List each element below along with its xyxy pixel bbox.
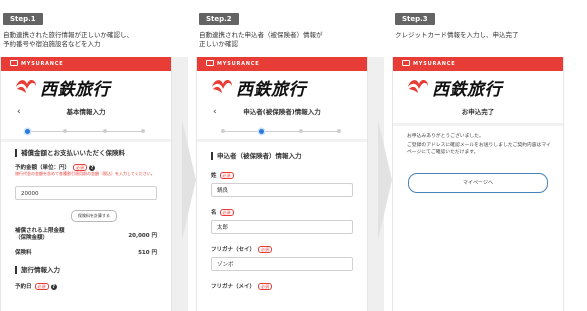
required-badge: 必須	[258, 283, 273, 290]
page-header: ‹ 基本情報入力	[1, 105, 171, 119]
mei-kana-label-text: フリガナ（メイ）	[211, 284, 256, 290]
step-badge: Step.1	[3, 13, 43, 25]
app-bar-label: MYSURANCE	[413, 61, 456, 67]
nishitetsu-logo-icon	[16, 80, 36, 93]
step-3-screen: MYSURANCE 西鉄旅行 お申込完了 お申込みありがとうございました。 ご登…	[392, 57, 564, 311]
progress-dot-2	[63, 129, 67, 133]
section-title-travel: 旅行情報入力	[15, 266, 60, 274]
mei-label-text: 名	[211, 210, 217, 216]
progress-dot-2	[259, 128, 264, 134]
mysurance-icon	[206, 60, 214, 66]
logo-text: 西鉄旅行	[432, 79, 502, 100]
mysurance-icon	[402, 60, 410, 66]
sei-kana-label: フリガナ（セイ） 必須	[211, 245, 273, 253]
mei-kana-label: フリガナ（メイ） 必須	[211, 282, 273, 290]
progress-dot-1	[25, 128, 30, 134]
section-title: 補償金額とお支払いいただく保険料	[15, 149, 125, 157]
section-title: 申込者（被保険者）情報入力	[211, 152, 302, 160]
reservation-date-text: 予約日	[15, 284, 32, 290]
progress-line	[221, 130, 341, 132]
thanks-message: お申込みありがとうございました。	[407, 134, 484, 139]
calculate-premium-button[interactable]: 保険料を計算する	[71, 210, 117, 222]
premium-value: 510 円	[138, 250, 157, 256]
divider	[1, 139, 171, 142]
page-title: 申込者(被保険者)情報入力	[243, 108, 321, 116]
amount-label: 予約金額（単位：円） 必須?	[15, 163, 96, 171]
required-badge: 必須	[73, 164, 88, 171]
premium-row: 保険料 510 円	[15, 248, 157, 256]
required-badge: 必須	[219, 209, 234, 216]
progress-dot-3	[299, 129, 303, 133]
chevron-left-icon[interactable]: ‹	[213, 105, 217, 119]
app-bar: MYSURANCE	[197, 57, 367, 71]
progress-dot-4	[337, 129, 341, 133]
divider	[393, 123, 563, 126]
step-description: 自動連携された旅行情報が正しいか確認し、 予約番号や宿泊施設名などを入力	[3, 31, 133, 48]
page-title: 基本情報入力	[66, 108, 106, 116]
nishitetsu-logo-icon	[212, 80, 232, 93]
app-bar-label: MYSURANCE	[21, 61, 64, 67]
step-badge: Step.3	[395, 13, 435, 25]
question-icon[interactable]: ?	[50, 283, 57, 290]
step-2-screen: MYSURANCE 西鉄旅行 ‹ 申込者(被保険者)情報入力 申込者（被保険者）…	[196, 57, 368, 311]
progress-dot-4	[141, 129, 145, 133]
flow-arrow-1	[182, 120, 196, 240]
mypage-button[interactable]: マイページへ	[408, 173, 548, 193]
required-badge: 必須	[258, 246, 273, 253]
progress-steps	[221, 128, 341, 134]
step-badge: Step.2	[199, 13, 239, 25]
logo: 西鉄旅行	[407, 77, 502, 100]
sei-input[interactable]: 鍋良	[211, 183, 353, 197]
step-description: 自動連携された申込者（被保険者）情報が 正しいか確認	[199, 31, 323, 48]
reservation-date-label: 予約日 必須?	[15, 282, 57, 290]
progress-steps	[25, 128, 145, 134]
step-description: クレジットカード情報を入力し、申込完了	[395, 31, 519, 39]
amount-input[interactable]: 20000	[15, 186, 157, 200]
progress-dot-1	[221, 129, 225, 133]
insured-value: 20,000 円	[128, 233, 157, 239]
progress-dot-3	[103, 129, 107, 133]
sei-label-text: 姓	[211, 173, 217, 179]
nishitetsu-logo-icon	[408, 80, 428, 93]
mei-label: 名必須	[211, 208, 234, 216]
chevron-left-icon[interactable]: ‹	[17, 105, 21, 119]
sei-label: 姓必須	[211, 171, 234, 179]
page-header: お申込完了	[393, 105, 563, 119]
sei-kana-label-text: フリガナ（セイ）	[211, 247, 256, 253]
confirmation-message: ご登録のアドレスに確認メールをお送りしましたご契約内容はマイページにてご確認いた…	[407, 143, 551, 155]
page-header: ‹ 申込者(被保険者)情報入力	[197, 105, 367, 119]
app-bar: MYSURANCE	[393, 57, 563, 71]
mei-input[interactable]: 太郎	[211, 220, 353, 234]
logo: 西鉄旅行	[15, 77, 110, 100]
progress-line	[25, 130, 145, 132]
mysurance-icon	[10, 60, 18, 66]
premium-label: 保険料	[15, 250, 32, 256]
required-badge: 必須	[219, 172, 234, 179]
logo-text: 西鉄旅行	[40, 79, 110, 100]
step-1-screen: MYSURANCE 西鉄旅行 ‹ 基本情報入力 補償金額とお支払いいただく保険料…	[0, 57, 172, 311]
warning-text: 旅行代金の金額を含めて各種割引適用前の金額（税込）を入力してください。	[15, 171, 155, 176]
logo: 西鉄旅行	[211, 77, 306, 100]
question-icon[interactable]: ?	[89, 164, 96, 171]
insured-amount-row: 補償される上限金額 （保険金額） 20,000 円	[15, 228, 157, 242]
app-bar: MYSURANCE	[1, 57, 171, 71]
app-bar-label: MYSURANCE	[217, 61, 260, 67]
required-badge: 必須	[34, 283, 49, 290]
logo-text: 西鉄旅行	[236, 79, 306, 100]
flow-arrow-2	[378, 120, 392, 240]
divider	[197, 139, 367, 142]
sei-kana-input[interactable]: ゾンボ	[211, 257, 353, 271]
page-title: お申込完了	[461, 108, 495, 116]
